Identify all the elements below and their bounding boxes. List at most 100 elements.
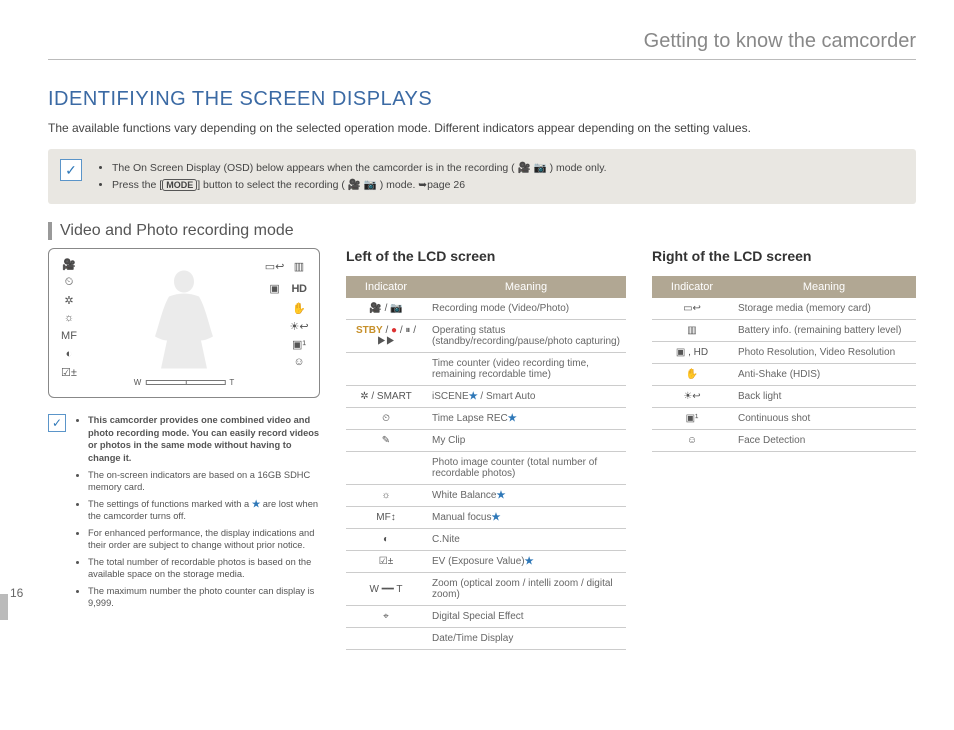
antishake-icon: ✋ [289, 301, 309, 315]
indicator-cell: ☼ [346, 485, 426, 507]
meaning-cell: Battery info. (remaining battery level) [732, 320, 916, 342]
page-title: IDENTIFIYING THE SCREEN DISPLAYS [48, 88, 916, 111]
face-icon: ☺ [289, 355, 309, 369]
chapter-title: Getting to know the camcorder [48, 30, 916, 60]
mode-key: MODE [162, 179, 197, 191]
meaning-cell: Recording mode (Video/Photo) [426, 298, 626, 320]
meaning-cell: Face Detection [732, 430, 916, 452]
table-row: 🎥 / 📷Recording mode (Video/Photo) [346, 298, 626, 320]
check-icon: ✓ [48, 414, 66, 432]
meaning-cell: Time Lapse REC★ [426, 408, 626, 430]
indicator-cell: ▣ , HD [652, 342, 732, 364]
cnite-icon: ◐ [59, 347, 79, 361]
indicator-cell: ✲ / SMART [346, 386, 426, 408]
zoom-t-label: T [229, 378, 234, 387]
table-row: Photo image counter (total number of rec… [346, 452, 626, 485]
indicator-cell [346, 628, 426, 650]
right-col-title: Right of the LCD screen [652, 248, 916, 264]
footnote-item: The settings of functions marked with a … [88, 498, 320, 523]
left-table: Indicator Meaning 🎥 / 📷Recording mode (V… [346, 276, 626, 650]
meaning-cell: Anti-Shake (HDIS) [732, 364, 916, 386]
indicator-cell: ▥ [652, 320, 732, 342]
footnote-item: For enhanced performance, the display in… [88, 527, 320, 552]
table-row: ✋Anti-Shake (HDIS) [652, 364, 916, 386]
scene-icon: ✲ [59, 293, 79, 307]
indicator-cell: MF↕ [346, 507, 426, 529]
lcd-preview: 🎥 ⏲ ✲ ☼ MF ◐ ☑± ▭↩ ▥ ▣ HD ✋ ☀↩ ▣¹ ☺ [48, 248, 320, 398]
media-battery-row: ▭↩ ▥ [265, 257, 309, 275]
meaning-cell: Operating status (standby/recording/paus… [426, 320, 626, 353]
table-row: MF↕Manual focus★ [346, 507, 626, 529]
table-row: Time counter (video recording time, rema… [346, 353, 626, 386]
page-tab [0, 594, 8, 620]
table-row: ☑±EV (Exposure Value)★ [346, 551, 626, 573]
silhouette-icon [139, 263, 229, 373]
indicator-cell: W ━━ T [346, 573, 426, 606]
table-row: Date/Time Display [346, 628, 626, 650]
zoom-bar: W T [134, 378, 234, 387]
indicator-cell: ✋ [652, 364, 732, 386]
meaning-cell: White Balance★ [426, 485, 626, 507]
meaning-cell: Back light [732, 386, 916, 408]
meaning-cell: Date/Time Display [426, 628, 626, 650]
footnote-item: The on-screen indicators are based on a … [88, 469, 320, 494]
table-row: ▣¹Continuous shot [652, 408, 916, 430]
indicator-cell: ◐ [346, 529, 426, 551]
left-col-title: Left of the LCD screen [346, 248, 626, 264]
table-row: STBY / ● / ⏸ / ▶▶Operating status (stand… [346, 320, 626, 353]
continuous-icon: ▣¹ [289, 337, 309, 351]
table-row: ▥Battery info. (remaining battery level) [652, 320, 916, 342]
meaning-cell: Storage media (memory card) [732, 298, 916, 320]
info-callout: ✓ The On Screen Display (OSD) below appe… [48, 149, 916, 204]
indicator-cell: STBY / ● / ⏸ / ▶▶ [346, 320, 426, 353]
mf-icon: MF [59, 329, 79, 343]
res-row: ▣ HD [265, 279, 309, 297]
meaning-cell: Zoom (optical zoom / intelli zoom / digi… [426, 573, 626, 606]
table-row: ▭↩Storage media (memory card) [652, 298, 916, 320]
timelapse-icon: ⏲ [59, 275, 79, 289]
indicator-cell: 🎥 / 📷 [346, 298, 426, 320]
meaning-cell: Digital Special Effect [426, 606, 626, 628]
indicator-cell: ⌖ [346, 606, 426, 628]
indicator-cell [346, 452, 426, 485]
table-row: ☀↩Back light [652, 386, 916, 408]
meaning-cell: Photo Resolution, Video Resolution [732, 342, 916, 364]
note-line: The On Screen Display (OSD) below appear… [112, 161, 902, 176]
meaning-cell: Time counter (video recording time, rema… [426, 353, 626, 386]
table-row: ▣ , HDPhoto Resolution, Video Resolution [652, 342, 916, 364]
note-line: Press the [MODE] button to select the re… [112, 178, 902, 193]
table-row: ⌖Digital Special Effect [346, 606, 626, 628]
th-indicator: Indicator [652, 276, 732, 298]
page-number: 16 [10, 586, 23, 600]
table-row: ✲ / SMARTiSCENE★ / Smart Auto [346, 386, 626, 408]
table-row: ◐C.Nite [346, 529, 626, 551]
indicator-cell: ▭↩ [652, 298, 732, 320]
footnote-item: This camcorder provides one combined vid… [88, 414, 320, 464]
indicator-cell: ✎ [346, 430, 426, 452]
meaning-cell: Photo image counter (total number of rec… [426, 452, 626, 485]
th-meaning: Meaning [732, 276, 916, 298]
meaning-cell: iSCENE★ / Smart Auto [426, 386, 626, 408]
meaning-cell: Continuous shot [732, 408, 916, 430]
table-row: ☺Face Detection [652, 430, 916, 452]
indicator-cell: ☺ [652, 430, 732, 452]
indicator-cell: ⏲ [346, 408, 426, 430]
footnote-item: The total number of recordable photos is… [88, 556, 320, 581]
table-row: W ━━ TZoom (optical zoom / intelli zoom … [346, 573, 626, 606]
rec-mode-icon: 🎥 [59, 257, 79, 271]
meaning-cell: C.Nite [426, 529, 626, 551]
indicator-cell: ▣¹ [652, 408, 732, 430]
zoom-w-label: W [134, 378, 142, 387]
footnotes: ✓ This camcorder provides one combined v… [48, 414, 320, 614]
indicator-cell: ☀↩ [652, 386, 732, 408]
footnote-item: The maximum number the photo counter can… [88, 585, 320, 610]
meaning-cell: My Clip [426, 430, 626, 452]
backlight-icon: ☀↩ [289, 319, 309, 333]
th-meaning: Meaning [426, 276, 626, 298]
check-icon: ✓ [60, 159, 82, 181]
indicator-cell [346, 353, 426, 386]
ev-icon: ☑± [59, 365, 79, 379]
th-indicator: Indicator [346, 276, 426, 298]
table-row: ⏲Time Lapse REC★ [346, 408, 626, 430]
indicator-cell: ☑± [346, 551, 426, 573]
